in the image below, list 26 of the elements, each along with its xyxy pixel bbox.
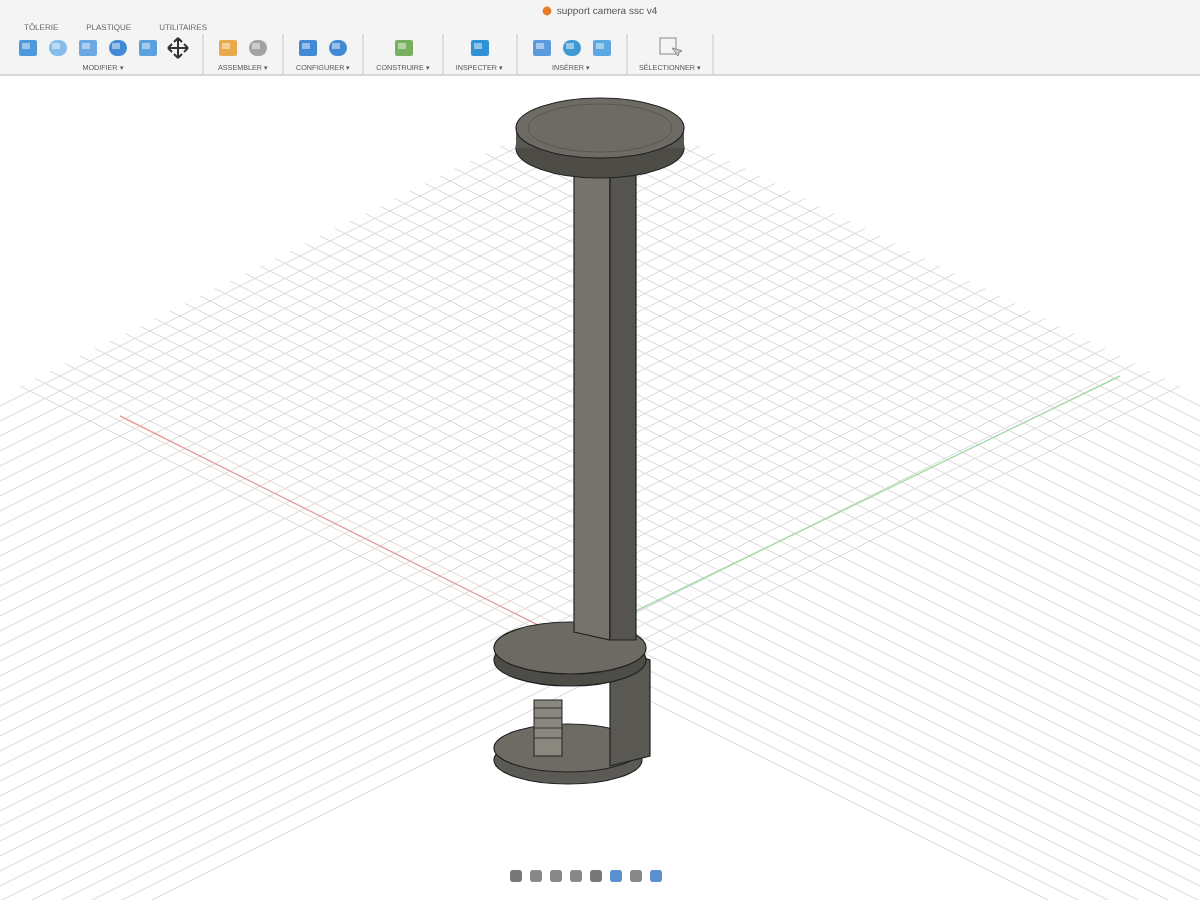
navigation-button[interactable] — [628, 868, 644, 884]
document-icon — [542, 6, 553, 16]
tool-icon — [559, 36, 583, 60]
tool-icon — [296, 36, 321, 60]
navigation-button[interactable] — [548, 868, 564, 884]
tool-icon — [467, 36, 492, 60]
tool-button[interactable] — [166, 36, 190, 60]
select-icon — [657, 36, 682, 60]
tool-icon — [246, 36, 270, 60]
navigation-button[interactable] — [608, 868, 624, 884]
tool-icon — [106, 36, 130, 60]
tool-icon — [76, 36, 100, 60]
navigation-button[interactable] — [568, 868, 584, 884]
move-icon — [166, 36, 190, 60]
tool-icon — [16, 36, 40, 60]
navigation-button[interactable] — [588, 868, 604, 884]
tool-icon — [46, 36, 70, 60]
tool-icon — [391, 36, 416, 60]
tool-icon — [529, 36, 553, 60]
navigation-button[interactable] — [648, 868, 664, 884]
tool-icon — [589, 36, 613, 60]
tool-icon — [136, 36, 160, 60]
navigation-button[interactable] — [508, 868, 524, 884]
tool-icon — [216, 36, 240, 60]
tool-icon — [326, 36, 351, 60]
navigation-button[interactable] — [528, 868, 544, 884]
